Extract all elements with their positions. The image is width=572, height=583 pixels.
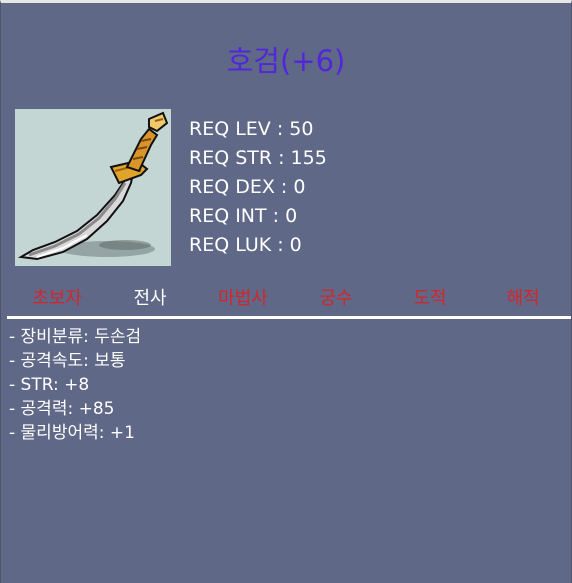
req-int: REQ INT : 0 [189,205,298,227]
stat-str: - STR: +8 [9,375,90,395]
job-thief: 도적 [413,288,447,309]
stat-attack: - 공격력: +85 [9,399,115,419]
stat-attack-speed: - 공격속도: 보통 [9,351,126,371]
stat-defense: - 물리방어력: +1 [9,423,135,443]
curved-sword-icon [17,111,169,261]
job-magician: 마법사 [218,288,268,309]
requirements-list: REQ LEV : 50 REQ STR : 155 REQ DEX : 0 R… [189,115,327,260]
item-image [15,109,171,266]
req-dex: REQ DEX : 0 [189,176,306,198]
job-warrior: 전사 [133,288,167,309]
divider [7,316,571,319]
job-bowman: 궁수 [319,288,353,309]
req-level: REQ LEV : 50 [189,118,314,140]
stat-equip-type: - 장비분류: 두손검 [9,327,142,347]
job-list: 초보자 전사 마법사 궁수 도적 해적 [1,286,571,312]
stats-list: - 장비분류: 두손검 - 공격속도: 보통 - STR: +8 - 공격력: … [9,325,141,445]
req-luk: REQ LUK : 0 [189,234,302,256]
job-pirate: 해적 [506,288,540,309]
item-name: 호검(+6) [226,44,346,78]
job-beginner: 초보자 [32,288,82,309]
item-tooltip: 호검(+6) REQ LEV : 50 REQ STR : 155 REQ DE… [0,0,572,583]
req-str: REQ STR : 155 [189,147,327,169]
